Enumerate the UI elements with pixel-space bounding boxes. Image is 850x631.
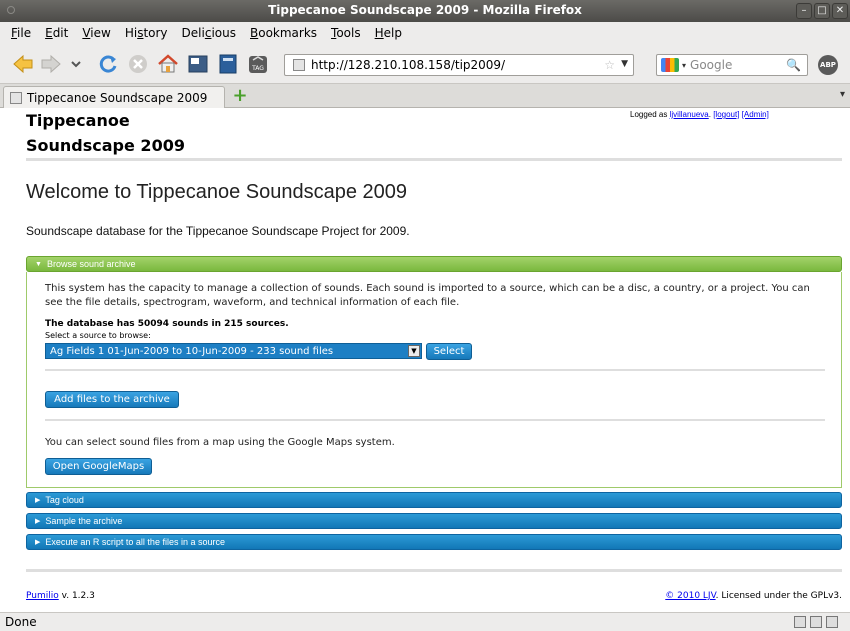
menu-edit[interactable]: Edit (38, 26, 75, 40)
r-script-title: Execute an R script to all the files in … (45, 537, 225, 547)
search-placeholder: Google (690, 58, 733, 72)
history-dropdown-icon[interactable] (65, 53, 87, 75)
status-text: Done (5, 615, 37, 629)
add-files-button[interactable]: Add files to the archive (45, 391, 179, 408)
r-script-header[interactable]: ▶ Execute an R script to all the files i… (26, 534, 842, 550)
notes-tool-icon[interactable] (217, 53, 239, 75)
window-title: Tippecanoe Soundscape 2009 - Mozilla Fir… (268, 3, 582, 17)
tab-active[interactable]: Tippecanoe Soundscape 2009 (3, 86, 225, 108)
pumilio-link[interactable]: Pumilio (26, 591, 59, 601)
source-select[interactable]: Ag Fields 1 01-Jun-2009 to 10-Jun-2009 -… (45, 343, 422, 359)
tag-cloud-title: Tag cloud (45, 495, 84, 505)
footer-license: © 2010 LJV. Licensed under the GPLv3. (665, 591, 842, 601)
menu-file[interactable]: File (4, 26, 38, 40)
header-divider (26, 158, 842, 161)
tab-list-dropdown-icon[interactable]: ▾ (840, 89, 845, 100)
select-button[interactable]: Select (426, 343, 472, 360)
maximize-button[interactable]: □ (814, 3, 830, 19)
menu-bar: File Edit View History Delicious Bookmar… (0, 22, 850, 44)
site-favicon-icon (293, 59, 305, 71)
tab-bar: Tippecanoe Soundscape 2009 + ▾ (0, 84, 850, 108)
logout-link[interactable]: [logout] (713, 110, 739, 119)
copyright-link[interactable]: © 2010 LJV (665, 591, 715, 601)
status-addon-icon[interactable] (794, 616, 806, 628)
page-content: Tippecanoe Soundscape 2009 Logged as ljv… (0, 108, 850, 612)
google-engine-icon[interactable] (661, 58, 679, 72)
close-button[interactable]: ✕ (832, 3, 848, 19)
panel-divider-1 (45, 369, 825, 371)
status-mail-icon[interactable] (826, 616, 838, 628)
maps-description: You can select sound files from a map us… (45, 437, 395, 448)
search-box[interactable]: ▾ Google 🔍 (656, 54, 808, 76)
menu-delicious[interactable]: Delicious (175, 26, 243, 40)
tag-tool-icon[interactable]: TAG (247, 53, 269, 75)
site-title-line2: Soundscape 2009 (26, 136, 185, 155)
menu-help[interactable]: Help (368, 26, 409, 40)
browse-archive-title: Browse sound archive (46, 259, 136, 269)
menu-history[interactable]: History (118, 26, 175, 40)
browse-archive-header[interactable]: ▼ Browse sound archive (26, 256, 842, 272)
admin-link[interactable]: [Admin] (742, 110, 769, 119)
status-grid-icon[interactable] (810, 616, 822, 628)
stop-icon[interactable] (127, 53, 149, 75)
selected-source: Ag Fields 1 01-Jun-2009 to 10-Jun-2009 -… (50, 345, 334, 357)
url-dropdown-icon[interactable]: ▼ (621, 59, 628, 69)
window-title-bar: Tippecanoe Soundscape 2009 - Mozilla Fir… (0, 0, 850, 22)
search-icon[interactable]: 🔍 (786, 58, 801, 72)
bookmark-star-icon[interactable]: ☆ (604, 58, 615, 72)
back-arrow-icon[interactable] (12, 53, 34, 75)
logged-as-label: Logged as (630, 110, 668, 119)
tab-favicon-icon (10, 91, 22, 104)
tag-cloud-header[interactable]: ▶ Tag cloud (26, 492, 842, 508)
open-googlemaps-button[interactable]: Open GoogleMaps (45, 458, 152, 475)
sound-count: The database has 50094 sounds in 215 sou… (45, 319, 289, 329)
tag-tool-label: TAG (251, 65, 264, 72)
status-bar: Done (0, 612, 850, 631)
reload-icon[interactable] (97, 53, 119, 75)
login-info: Logged as ljvillanueva. [logout] [Admin] (630, 110, 769, 119)
user-link[interactable]: ljvillanueva (670, 110, 709, 119)
footer-version: Pumilio v. 1.2.3 (26, 591, 95, 601)
sample-archive-title: Sample the archive (45, 516, 123, 526)
license-text: . Licensed under the GPLv3. (715, 591, 842, 601)
new-tab-plus-icon[interactable]: + (232, 87, 248, 105)
select-dropdown-icon[interactable]: ▼ (408, 345, 420, 357)
source-select-label: Select a source to browse: (45, 331, 151, 340)
expanded-triangle-icon: ▼ (35, 260, 42, 268)
home-icon[interactable] (157, 53, 179, 75)
archive-description: This system has the capacity to manage a… (45, 283, 810, 308)
engine-dropdown-icon[interactable]: ▾ (682, 61, 686, 70)
menu-view[interactable]: View (75, 26, 117, 40)
page-heading: Welcome to Tippecanoe Soundscape 2009 (26, 181, 408, 203)
collapsed-triangle-icon: ▶ (35, 539, 41, 546)
browse-archive-panel: This system has the capacity to manage a… (26, 272, 842, 488)
url-bar[interactable]: http://128.210.108.158/tip2009/ ☆ ▼ (284, 54, 634, 76)
collapsed-triangle-icon: ▶ (35, 518, 41, 525)
site-title: Tippecanoe Soundscape 2009 (26, 108, 226, 158)
site-title-line1: Tippecanoe (26, 111, 130, 130)
version-text: v. 1.2.3 (58, 591, 95, 601)
screenshot-tool-icon[interactable] (187, 53, 209, 75)
minimize-button[interactable]: – (796, 3, 812, 19)
menu-bookmarks[interactable]: Bookmarks (243, 26, 324, 40)
menu-tools[interactable]: Tools (324, 26, 368, 40)
collapsed-triangle-icon: ▶ (35, 497, 41, 504)
navigation-toolbar: TAG http://128.210.108.158/tip2009/ ☆ ▼ … (0, 44, 850, 84)
url-text: http://128.210.108.158/tip2009/ (311, 58, 506, 72)
adblock-icon[interactable]: ABP (818, 55, 838, 75)
footer-divider (26, 569, 842, 572)
panel-divider-2 (45, 419, 825, 421)
forward-arrow-icon[interactable] (40, 53, 62, 75)
tab-title: Tippecanoe Soundscape 2009 (27, 90, 208, 105)
intro-text: Soundscape database for the Tippecanoe S… (26, 224, 410, 238)
sample-archive-header[interactable]: ▶ Sample the archive (26, 513, 842, 529)
